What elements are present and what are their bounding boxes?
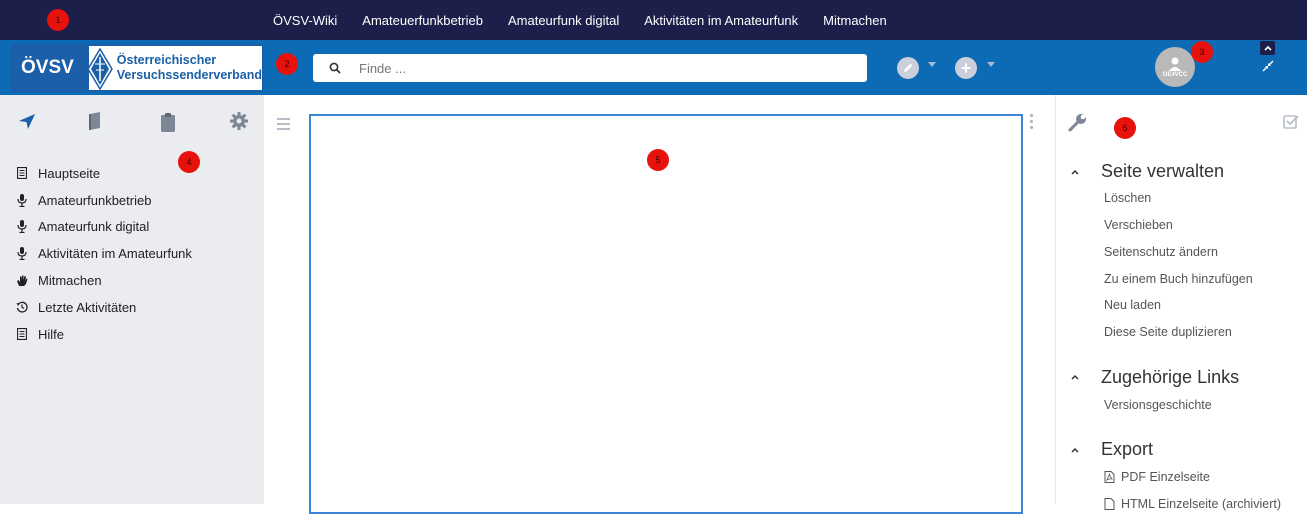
- search-input[interactable]: [359, 60, 839, 76]
- sidebar-navigation: Hauptseite Amateurfunkbetrieb Amateurfun…: [16, 160, 192, 348]
- sidebar-item-hauptseite[interactable]: Hauptseite: [16, 160, 192, 187]
- tool-link-neu-laden[interactable]: Neu laden: [1104, 298, 1161, 312]
- annotation-marker-6: 6: [1114, 117, 1136, 139]
- logo-line-1: Österreichischer: [116, 53, 217, 67]
- sidebar-item-label: Mitmachen: [38, 273, 102, 289]
- plus-icon: [961, 63, 971, 73]
- chevron-up-icon: [1263, 45, 1272, 51]
- hand-icon: [16, 275, 28, 287]
- annotation-marker-3: 3: [1191, 41, 1213, 63]
- sidebar-item-label: Letzte Aktivitäten: [38, 299, 137, 315]
- tool-link-versionsgeschichte[interactable]: Versionsgeschichte: [1104, 398, 1212, 412]
- pencil-icon: [904, 63, 913, 72]
- topnav-link-mitmachen[interactable]: Mitmachen: [823, 13, 887, 28]
- logo-short-text: ÖVSV: [13, 46, 89, 90]
- checkbox-icon[interactable]: [1283, 114, 1300, 130]
- collapse-arrows-icon[interactable]: [1262, 60, 1274, 72]
- sidebar-item-label: Amateurfunkbetrieb: [38, 192, 152, 208]
- search-icon: [329, 62, 341, 74]
- sidebar-tab-icons: [0, 112, 264, 136]
- top-navigation: ÖVSV-Wiki Amateuerfunkbetrieb Amateurfun…: [273, 0, 912, 40]
- annotation-marker-5: 5: [647, 149, 669, 171]
- user-avatar[interactable]: OE4VCC: [1155, 47, 1195, 87]
- microphone-icon: [16, 193, 28, 207]
- html-file-icon: [1104, 498, 1115, 510]
- right-tools-panel: [1055, 95, 1307, 504]
- wrench-icon[interactable]: [1068, 112, 1088, 132]
- logo-line-2: Versuchssenderverband: [116, 68, 262, 82]
- tool-link-buch-hinzufuegen[interactable]: Zu einem Buch hinzufügen: [1104, 272, 1253, 286]
- topnav-link-ovsv-wiki[interactable]: ÖVSV-Wiki: [273, 13, 337, 28]
- sidebar-item-aktivitaeten[interactable]: Aktivitäten im Amateurfunk: [16, 240, 192, 267]
- sidebar-item-mitmachen[interactable]: Mitmachen: [16, 267, 192, 294]
- user-icon: [1169, 57, 1181, 71]
- microphone-icon: [16, 247, 28, 261]
- pdf-file-icon: [1104, 471, 1115, 483]
- sidebar-item-label: Amateurfunk digital: [38, 219, 150, 235]
- logo-text: Österreichischer Versuchssenderverband: [117, 53, 262, 83]
- site-logo[interactable]: ÖVSV Österreichischer Versuchssenderverb…: [11, 44, 264, 92]
- edit-button[interactable]: [897, 57, 919, 79]
- more-options-icon[interactable]: [1030, 114, 1034, 132]
- settings-gear-icon[interactable]: [230, 112, 248, 135]
- create-menu-chevron-icon[interactable]: [987, 62, 995, 67]
- topnav-link-amateurfunkbetrieb[interactable]: Amateuerfunkbetrieb: [362, 13, 483, 28]
- clipboard-icon[interactable]: [160, 112, 176, 137]
- main-content-area: [309, 114, 1023, 514]
- page-icon: [16, 328, 28, 341]
- user-callsign: OE4VCC: [1162, 72, 1188, 78]
- chevron-up-icon[interactable]: [1070, 372, 1080, 382]
- topnav-link-amateurfunk-digital[interactable]: Amateurfunk digital: [508, 13, 619, 28]
- chevron-up-icon[interactable]: [1070, 445, 1080, 455]
- search-bar[interactable]: [313, 54, 867, 82]
- edit-menu-chevron-icon[interactable]: [928, 62, 936, 67]
- tool-link-seitenschutz[interactable]: Seitenschutz ändern: [1104, 245, 1218, 259]
- tool-link-duplizieren[interactable]: Diese Seite duplizieren: [1104, 325, 1232, 339]
- section-title-export: Export: [1101, 439, 1154, 459]
- section-title-zugehoerige-links: Zugehörige Links: [1101, 367, 1240, 387]
- history-icon: [16, 301, 28, 313]
- create-button[interactable]: [955, 57, 977, 79]
- sidebar-item-label: Hauptseite: [38, 165, 101, 181]
- logo-emblem-icon: [87, 48, 113, 90]
- annotation-marker-4: 4: [178, 151, 200, 173]
- tool-link-pdf-einzelseite[interactable]: PDF Einzelseite: [1121, 470, 1210, 484]
- topnav-link-aktivitaeten[interactable]: Aktivitäten im Amateurfunk: [644, 13, 798, 28]
- annotation-marker-2: 2: [276, 53, 298, 75]
- sidebar-item-hilfe[interactable]: Hilfe: [16, 321, 192, 348]
- tool-link-loeschen[interactable]: Löschen: [1104, 191, 1151, 205]
- collapse-header-button[interactable]: [1260, 41, 1275, 55]
- tool-link-verschieben[interactable]: Verschieben: [1104, 218, 1173, 232]
- annotation-marker-1: 1: [47, 9, 69, 31]
- sidebar-item-amateurfunk-digital[interactable]: Amateurfunk digital: [16, 214, 192, 241]
- tool-link-html-einzelseite[interactable]: HTML Einzelseite (archiviert): [1121, 497, 1281, 511]
- book-icon[interactable]: [88, 112, 102, 135]
- microphone-icon: [16, 220, 28, 234]
- sidebar-item-label: Aktivitäten im Amateurfunk: [38, 246, 192, 262]
- sidebar-item-letzte-aktivitaeten[interactable]: Letzte Aktivitäten: [16, 294, 192, 321]
- menu-hamburger-icon[interactable]: [277, 118, 290, 133]
- sidebar-item-label: Hilfe: [38, 326, 65, 342]
- sidebar-item-amateurfunkbetrieb[interactable]: Amateurfunkbetrieb: [16, 187, 192, 214]
- section-title-seite-verwalten: Seite verwalten: [1101, 161, 1225, 181]
- page-icon: [16, 167, 28, 180]
- navigation-arrow-icon[interactable]: [18, 112, 36, 135]
- chevron-up-icon[interactable]: [1070, 167, 1080, 177]
